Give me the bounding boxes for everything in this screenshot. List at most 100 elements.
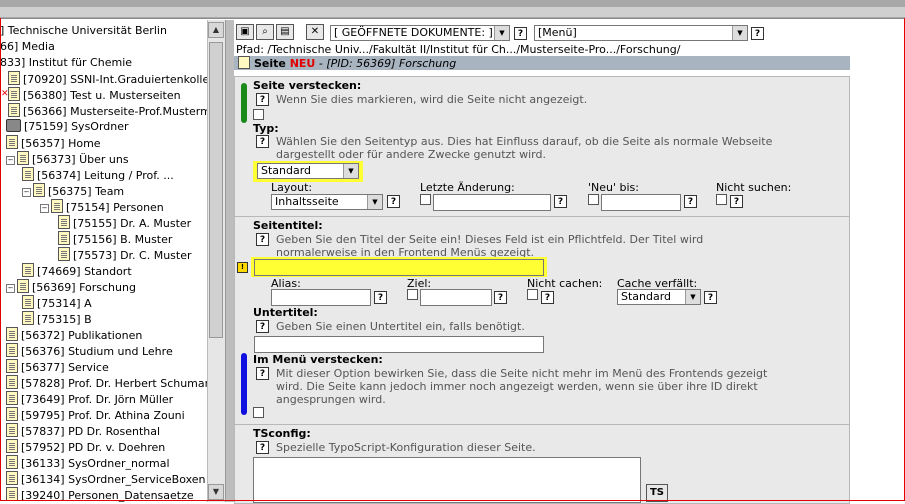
subtitle-input[interactable]	[254, 336, 544, 353]
page-icon[interactable]	[6, 407, 18, 421]
page-icon[interactable]	[8, 103, 20, 117]
help-icon[interactable]: ?	[387, 195, 400, 208]
nav-hide-checkbox[interactable]	[253, 407, 264, 418]
tree-item-label[interactable]: [56377] Service	[21, 361, 109, 374]
tree-item[interactable]: [36133] SysOrdner_normal	[6, 455, 170, 471]
page-icon[interactable]	[22, 295, 34, 309]
last-change-checkbox[interactable]	[420, 194, 431, 205]
page-icon[interactable]	[17, 151, 29, 165]
new-until-input[interactable]	[601, 194, 681, 211]
save-close-icon[interactable]: ▤	[276, 24, 294, 40]
tree-item[interactable]: − [56369] Forschung	[6, 279, 136, 295]
tree-item[interactable]: [75314] A	[22, 295, 92, 311]
page-icon[interactable]	[6, 359, 18, 373]
tree-item-label[interactable]: [56357] Home	[21, 137, 101, 150]
page-icon[interactable]	[6, 423, 18, 437]
tree-item-label[interactable]: [56380] Test u. Musterseiten	[23, 89, 181, 102]
help-icon[interactable]: ?	[554, 195, 567, 208]
help-icon[interactable]: ?	[374, 291, 387, 304]
target-input[interactable]	[420, 289, 492, 306]
page-icon[interactable]	[6, 439, 18, 453]
tree-item[interactable]: [36134] SysOrdner_ServiceBoxen	[6, 471, 206, 487]
tree-item[interactable]: [70920] SSNI-Int.Graduiertenkolleg	[8, 71, 207, 87]
scroll-down-button[interactable]: ▼	[208, 484, 224, 500]
collapse-icon[interactable]: −	[6, 284, 15, 293]
tree-item-label[interactable]: [56366] Musterseite-Prof.Musterma	[23, 105, 207, 118]
help-icon[interactable]: ?	[256, 441, 269, 454]
tree-item[interactable]: [75573] Dr. C. Muster	[58, 247, 192, 263]
page-icon[interactable]	[8, 71, 20, 85]
tree-item[interactable]: − [75154] Personen	[40, 199, 164, 215]
page-icon[interactable]	[6, 471, 18, 485]
tree-item-label[interactable]: [75155] Dr. A. Muster	[73, 217, 191, 230]
scroll-up-button[interactable]: ▲	[208, 22, 224, 38]
collapse-icon[interactable]: −	[6, 156, 15, 165]
tree-item-label[interactable]: 833] Institut für Chemie	[0, 56, 132, 69]
tree-item-label[interactable]: [56376] Studium und Lehre	[21, 345, 173, 358]
type-select[interactable]: Standard ▼	[257, 163, 359, 179]
tree-item-label[interactable]: 66] Media	[0, 40, 55, 53]
page-icon[interactable]	[58, 231, 70, 245]
tree-item-label[interactable]: [57828] Prof. Dr. Herbert Schumann	[21, 377, 207, 390]
help-icon[interactable]: ?	[730, 195, 743, 208]
tree-item-label[interactable]: [75573] Dr. C. Muster	[73, 249, 192, 262]
tree-item[interactable]: [56376] Studium und Lehre	[6, 343, 173, 359]
no-search-checkbox[interactable]	[716, 194, 727, 205]
page-icon[interactable]	[6, 135, 18, 149]
tree-item-label[interactable]: [75315] B	[37, 313, 92, 326]
tree-item[interactable]: [57952] PD Dr. v. Doehren	[6, 439, 165, 455]
tree-item[interactable]: [56357] Home	[6, 135, 101, 151]
help-icon[interactable]: ?	[494, 291, 507, 304]
tree-item[interactable]: [39240] Personen_Datensaetze	[6, 487, 194, 502]
help-icon[interactable]: ?	[704, 291, 717, 304]
tree-item[interactable]: [57837] PD Dr. Rosenthal	[6, 423, 160, 439]
tree-item-label[interactable]: [36133] SysOrdner_normal	[21, 457, 170, 470]
page-icon[interactable]	[22, 311, 34, 325]
tree-item[interactable]: [73649] Prof. Dr. Jörn Müller	[6, 391, 173, 407]
collapse-icon[interactable]: −	[22, 188, 31, 197]
tree-item-label[interactable]: [73649] Prof. Dr. Jörn Müller	[21, 393, 173, 406]
tree-item-label[interactable]: [56374] Leitung / Prof. ...	[37, 169, 174, 182]
last-change-input[interactable]	[433, 194, 551, 211]
page-icon[interactable]	[58, 247, 70, 261]
tree-item[interactable]: ] Technische Universität Berlin	[0, 23, 167, 39]
save-view-icon[interactable]: ⌕	[256, 24, 274, 40]
open-documents-select[interactable]: [ GEÖFFNETE DOKUMENTE: ] ▼	[330, 25, 510, 41]
tree-item-label[interactable]: [36134] SysOrdner_ServiceBoxen	[21, 473, 206, 486]
page-title-input[interactable]	[254, 259, 544, 276]
close-icon[interactable]: ✕	[306, 24, 324, 40]
tree-item-label[interactable]: [57952] PD Dr. v. Doehren	[21, 441, 165, 454]
help-icon[interactable]: ?	[256, 233, 269, 246]
tree-item-label[interactable]: ] Technische Universität Berlin	[0, 24, 167, 37]
tree-item[interactable]: [74669] Standort	[22, 263, 132, 279]
help-icon[interactable]: ?	[256, 93, 269, 106]
new-until-checkbox[interactable]	[588, 194, 599, 205]
tree-item-label[interactable]: [74669] Standort	[37, 265, 132, 278]
tree-item[interactable]: [75156] B. Muster	[58, 231, 172, 247]
page-icon[interactable]	[22, 263, 34, 277]
tree-item[interactable]: [57828] Prof. Dr. Herbert Schumann	[6, 375, 207, 391]
help-icon[interactable]: ?	[751, 27, 764, 40]
page-icon[interactable]	[22, 167, 34, 181]
tree-item[interactable]: [56380] Test u. Musterseiten	[8, 87, 181, 103]
help-icon[interactable]: ?	[256, 320, 269, 333]
tree-item-label[interactable]: [56375] Team	[48, 185, 124, 198]
ts-wizard-button[interactable]: TS	[646, 484, 668, 502]
alias-input[interactable]	[271, 289, 371, 306]
tree-item[interactable]: 833] Institut für Chemie	[0, 55, 132, 71]
page-icon[interactable]	[8, 87, 20, 101]
tree-item-label[interactable]: [70920] SSNI-Int.Graduiertenkolleg	[23, 73, 207, 86]
tree-item-label[interactable]: [39240] Personen_Datensaetze	[21, 489, 194, 502]
tree-item[interactable]: [56374] Leitung / Prof. ...	[22, 167, 174, 183]
page-icon[interactable]	[33, 183, 45, 197]
page-icon[interactable]	[6, 391, 18, 405]
tree-item[interactable]: [59795] Prof. Dr. Athina Zouni	[6, 407, 185, 423]
tree-scrollbar[interactable]: ▲ ▼	[207, 20, 225, 502]
tree-item-label[interactable]: [59795] Prof. Dr. Athina Zouni	[21, 409, 185, 422]
scroll-thumb[interactable]	[209, 42, 223, 338]
tree-item-label[interactable]: [56369] Forschung	[32, 281, 136, 294]
page-icon[interactable]	[6, 487, 18, 501]
page-icon[interactable]	[58, 215, 70, 229]
tree-item[interactable]: − [56373] Über uns	[6, 151, 129, 167]
tree-item-label[interactable]: [56372] Publikationen	[21, 329, 142, 342]
